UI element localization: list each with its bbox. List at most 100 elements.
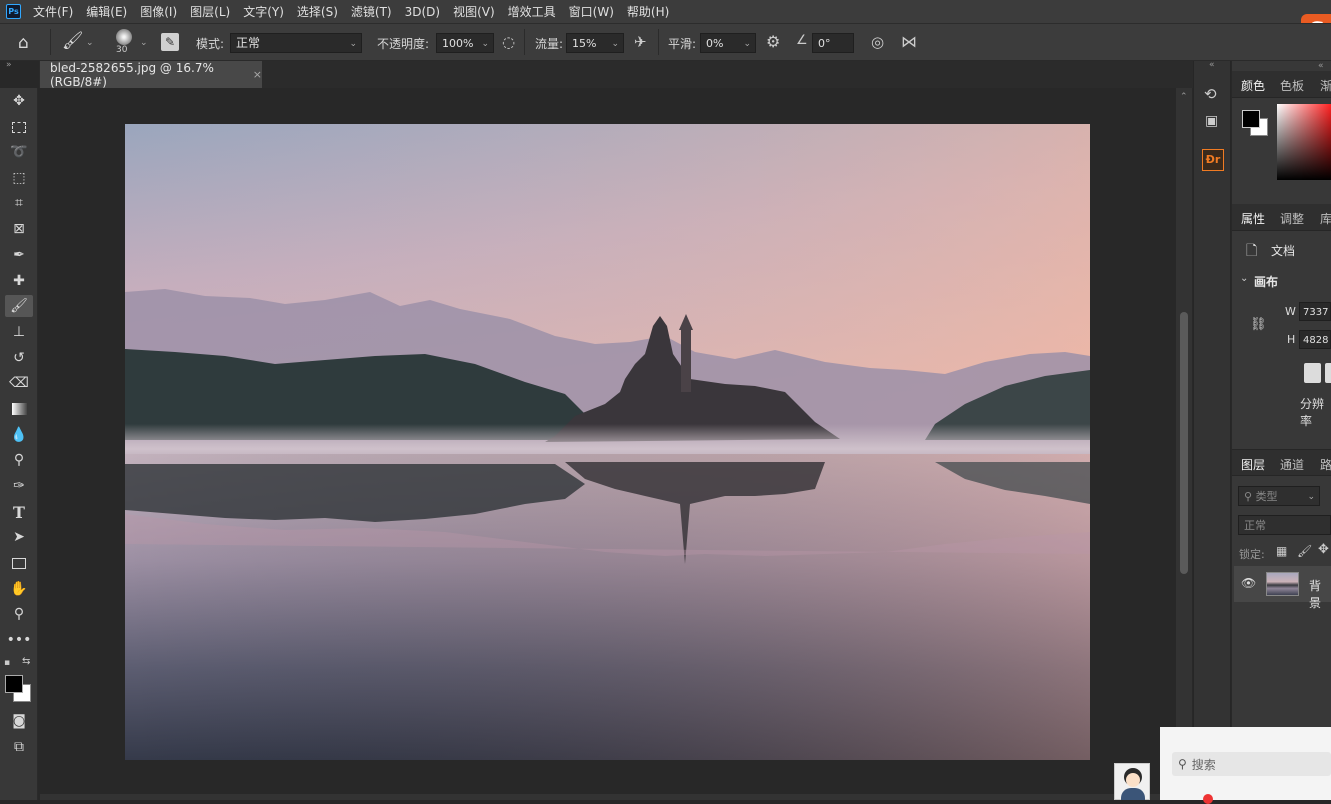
menu-file[interactable]: 文件(F): [33, 3, 73, 20]
eye-icon[interactable]: 👁: [1241, 576, 1256, 590]
portrait-orientation-icon[interactable]: [1304, 363, 1321, 383]
vertical-scroll-thumb[interactable]: [1180, 312, 1188, 574]
more-tools-icon[interactable]: •••: [5, 629, 33, 651]
lock-transparency-icon[interactable]: ▦: [1276, 544, 1287, 558]
chevron-down-icon: ⌄: [481, 39, 489, 49]
swap-colors-icon[interactable]: ⇆: [22, 656, 30, 667]
rectangle-tool-icon[interactable]: [5, 552, 33, 574]
history-brush-tool-icon[interactable]: ↺: [5, 347, 33, 369]
dr-plugin-icon[interactable]: Ðr: [1202, 149, 1224, 171]
link-icon[interactable]: ⛓: [1250, 317, 1267, 332]
width-input[interactable]: 7337: [1299, 302, 1331, 321]
mode-label: 模式:: [196, 37, 225, 51]
chevron-down-icon[interactable]: ⌄: [1240, 273, 1248, 284]
tab-adjustments[interactable]: 调整: [1280, 210, 1304, 227]
pen-tool-icon[interactable]: ✑: [5, 475, 33, 497]
brush-tip-icon[interactable]: [116, 29, 132, 45]
hand-tool-icon[interactable]: ✋: [5, 578, 33, 600]
color-field[interactable]: [1277, 104, 1331, 180]
tab-paths[interactable]: 路: [1320, 456, 1331, 473]
collapse-toolbar-icon[interactable]: »: [6, 60, 12, 70]
move-tool-icon[interactable]: ✥: [5, 90, 33, 112]
lasso-tool-icon[interactable]: ➰: [5, 141, 33, 163]
clone-stamp-tool-icon[interactable]: ⊥: [5, 321, 33, 343]
path-select-tool-icon[interactable]: ➤: [5, 526, 33, 548]
height-input[interactable]: 4828: [1299, 330, 1331, 349]
gradient-tool-icon[interactable]: [5, 398, 33, 420]
blend-mode-select[interactable]: 正常: [1238, 515, 1331, 535]
smoothing-input[interactable]: 0% ⌄: [700, 33, 756, 53]
notification-dot: [1203, 794, 1213, 804]
actions-panel-icon[interactable]: ▣: [1205, 113, 1218, 129]
history-panel-icon[interactable]: ⟲: [1204, 85, 1217, 103]
canvas-section-label: 画布: [1254, 275, 1279, 289]
menu-image[interactable]: 图像(I): [140, 3, 177, 20]
lock-pixels-icon[interactable]: 🖌: [1297, 544, 1312, 558]
menu-type[interactable]: 文字(Y): [243, 3, 284, 20]
brush-settings-icon[interactable]: ✎: [161, 33, 179, 51]
menu-view[interactable]: 视图(V): [453, 3, 495, 20]
tab-layers[interactable]: 图层: [1241, 456, 1265, 473]
tab-color[interactable]: 颜色: [1241, 77, 1265, 94]
quick-mask-icon[interactable]: ◙: [5, 710, 33, 732]
menu-layer[interactable]: 图层(L): [190, 3, 230, 20]
horizontal-scrollbar[interactable]: [40, 794, 1176, 800]
pressure-opacity-icon[interactable]: ◌: [502, 33, 515, 51]
menu-filter[interactable]: 滤镜(T): [351, 3, 392, 20]
document-image[interactable]: [125, 124, 1090, 760]
crop-tool-icon[interactable]: ⌗: [5, 192, 33, 214]
pressure-size-icon[interactable]: ◎: [871, 33, 884, 51]
layer-filter-select[interactable]: ⚲ 类型 ⌄: [1238, 486, 1320, 506]
scroll-up-icon[interactable]: ⌃: [1180, 92, 1188, 102]
landscape-orientation-icon[interactable]: [1325, 363, 1331, 383]
blur-tool-icon[interactable]: 💧: [5, 424, 33, 446]
gear-icon[interactable]: ⚙: [766, 32, 780, 51]
frame-tool-icon[interactable]: ⊠: [5, 218, 33, 240]
flow-input[interactable]: 15% ⌄: [566, 33, 624, 53]
chevron-down-icon[interactable]: ⌄: [86, 38, 94, 48]
eraser-tool-icon[interactable]: ⌫: [5, 372, 33, 394]
dodge-tool-icon[interactable]: ⚲: [5, 449, 33, 471]
collapse-right-icon[interactable]: «: [1318, 61, 1324, 71]
menu-plugins[interactable]: 增效工具: [508, 3, 556, 20]
brush-tool-icon[interactable]: 🖌: [5, 295, 33, 317]
marquee-tool-icon[interactable]: [5, 116, 33, 138]
healing-brush-tool-icon[interactable]: ✚: [5, 270, 33, 292]
foreground-color-swatch[interactable]: [5, 675, 23, 693]
menu-edit[interactable]: 编辑(E): [86, 3, 127, 20]
angle-input[interactable]: 0°: [812, 33, 854, 53]
collapse-panels-icon[interactable]: «: [1209, 60, 1215, 70]
tab-gradients[interactable]: 渐: [1320, 77, 1331, 94]
photoshop-logo: Ps: [6, 4, 21, 19]
tab-channels[interactable]: 通道: [1280, 456, 1304, 473]
close-icon[interactable]: ×: [253, 68, 262, 81]
default-colors-icon[interactable]: ▪: [4, 658, 10, 668]
object-select-tool-icon[interactable]: ⬚: [5, 167, 33, 189]
menu-help[interactable]: 帮助(H): [627, 3, 669, 20]
opacity-input[interactable]: 100% ⌄: [436, 33, 494, 53]
tab-properties[interactable]: 属性: [1241, 210, 1265, 227]
menu-3d[interactable]: 3D(D): [405, 5, 440, 19]
type-tool-icon[interactable]: T: [5, 501, 33, 523]
symmetry-butterfly-icon[interactable]: ⋈: [901, 32, 917, 51]
layer-row-background[interactable]: 👁 背景: [1234, 566, 1331, 610]
tab-libraries[interactable]: 库: [1320, 210, 1331, 227]
brush-preset-icon[interactable]: 🖌: [62, 31, 84, 51]
document-tab[interactable]: bled-2582655.jpg @ 16.7%(RGB/8#) ×: [40, 61, 262, 89]
airbrush-icon[interactable]: ✈: [634, 33, 647, 51]
taskbar-search-input[interactable]: ⚲ 搜索: [1172, 752, 1331, 776]
tab-swatches[interactable]: 色板: [1280, 77, 1304, 94]
mode-select[interactable]: 正常 ⌄: [230, 33, 362, 53]
properties-panel-header: 属性 调整 库: [1232, 204, 1331, 231]
eyedropper-tool-icon[interactable]: ✒: [5, 244, 33, 266]
zoom-tool-icon[interactable]: ⚲: [5, 603, 33, 625]
chevron-down-icon[interactable]: ⌄: [140, 38, 148, 48]
color-foreground-swatch[interactable]: [1242, 110, 1260, 128]
avatar[interactable]: [1114, 763, 1150, 800]
menu-window[interactable]: 窗口(W): [569, 3, 614, 20]
lock-position-icon[interactable]: ✥: [1318, 542, 1329, 557]
home-icon[interactable]: ⌂: [18, 33, 29, 53]
screen-mode-icon[interactable]: ⧉: [5, 736, 33, 758]
collapsed-panels-strip: « ⟲ ▣ Ðr: [1193, 60, 1231, 800]
menu-select[interactable]: 选择(S): [297, 3, 338, 20]
